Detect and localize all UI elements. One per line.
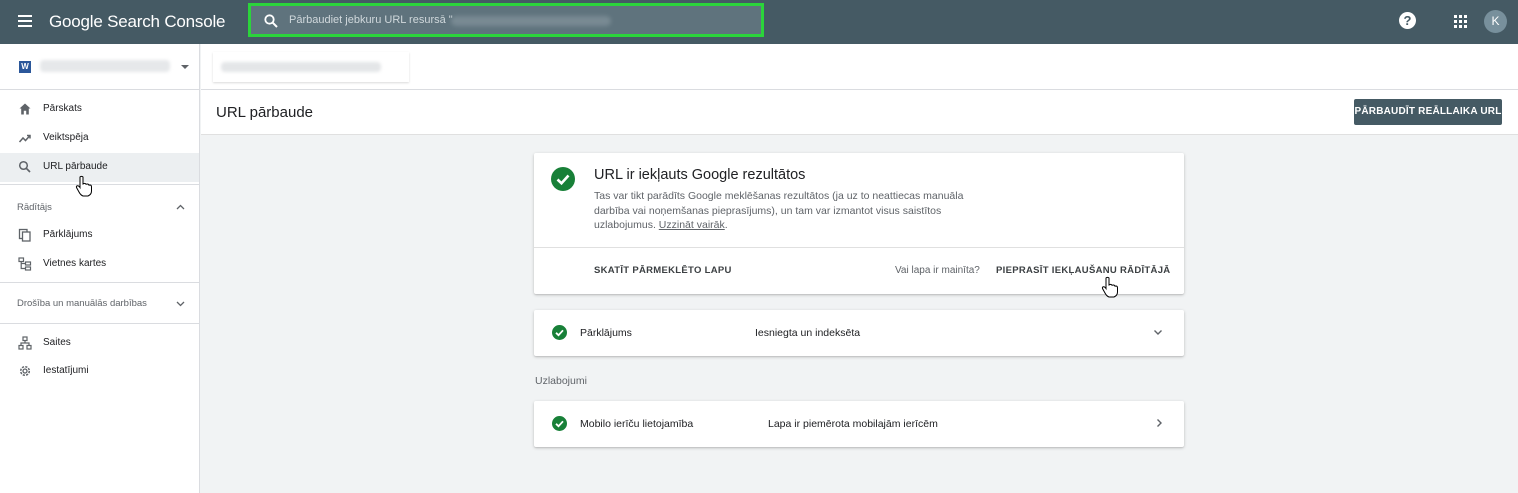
sitemap-icon [18, 257, 32, 271]
sidebar-item-url-inspection[interactable]: URL pārbaude [0, 153, 199, 182]
chevron-down-icon[interactable] [176, 299, 185, 308]
sidebar-item-coverage[interactable]: Pārklājums [0, 221, 199, 250]
trending-up-icon [18, 134, 31, 143]
sidebar-item-performance[interactable]: Veiktspēja [0, 124, 199, 153]
mobile-usability-row[interactable]: Mobilo ierīču lietojamība Lapa ir piemēr… [534, 401, 1184, 447]
inspected-url-chip[interactable] [213, 52, 409, 82]
caret-down-icon [181, 65, 189, 69]
sidebar-item-settings[interactable]: Iestatījumi [0, 357, 199, 386]
index-status-card: URL ir iekļauts Google rezultātos Tas va… [534, 153, 1184, 298]
top-app-bar: Google Search Console Pārbaudiet jebkuru… [0, 0, 1518, 44]
property-selector[interactable]: W [0, 44, 199, 90]
page-title: URL pārbaude [216, 104, 314, 121]
sidebar-divider [0, 282, 199, 283]
index-status-description: Tas var tikt parādīts Google meklēšanas … [594, 190, 964, 231]
sidebar-item-sitemaps[interactable]: Vietnes kartes [0, 250, 199, 279]
property-favicon: W [19, 61, 31, 73]
app-title[interactable]: Google Search Console [49, 12, 226, 32]
redacted-inspected-url [221, 62, 381, 72]
sidebar: W Pārskats Veiktspēja URL pārbaude Rādīt… [0, 44, 200, 493]
search-icon [18, 160, 31, 173]
search-placeholder[interactable]: Pārbaudiet jebkuru URL resursā " [289, 14, 453, 26]
index-status-title: URL ir iekļauts Google rezultātos [594, 167, 806, 183]
mobile-usability-label: Mobilo ierīču lietojamība [580, 418, 694, 430]
check-circle-icon [552, 325, 567, 340]
check-circle-icon [552, 416, 567, 431]
sidebar-divider [0, 323, 199, 324]
help-icon[interactable]: ? [1399, 12, 1416, 29]
check-circle-icon [551, 167, 575, 191]
inspected-url-bar [201, 44, 1518, 90]
hand-cursor-icon [1101, 276, 1118, 298]
learn-more-link[interactable]: Uzzināt vairāk [659, 219, 725, 231]
chevron-down-icon[interactable] [1153, 327, 1163, 337]
file-copy-icon [18, 228, 31, 242]
home-icon [19, 103, 31, 115]
links-icon [18, 336, 32, 350]
sidebar-item-links[interactable]: Saites [0, 329, 199, 358]
coverage-value: Iesniegta un indeksēta [755, 327, 861, 339]
redacted-property-url [451, 16, 611, 26]
account-avatar[interactable]: K [1484, 10, 1507, 33]
mobile-usability-value: Lapa ir piemērota mobilajām ierīcēm [768, 418, 938, 430]
enhancements-heading: Uzlabojumi [535, 375, 587, 387]
url-inspect-search-box[interactable]: Pārbaudiet jebkuru URL resursā " [248, 3, 764, 37]
test-live-url-button[interactable]: PĀRBAUDĪT REĀLLAIKA URL [1354, 99, 1502, 125]
page-header: URL pārbaude PĀRBAUDĪT REĀLLAIKA URL [201, 90, 1518, 135]
page-changed-question: Vai lapa ir mainīta? [895, 265, 980, 276]
sidebar-item-overview[interactable]: Pārskats [0, 95, 199, 124]
coverage-label: Pārklājums [580, 327, 632, 339]
sidebar-section-index[interactable]: Rādītājs [17, 202, 52, 213]
search-icon [264, 14, 278, 28]
sidebar-divider [0, 184, 199, 185]
view-crawled-page-button[interactable]: SKATĪT PĀRMEKLĒTO LAPU [594, 265, 732, 276]
chevron-right-icon[interactable] [1154, 418, 1164, 428]
gear-icon [19, 365, 31, 377]
redacted-property-name [40, 60, 170, 72]
request-indexing-button[interactable]: PIEPRASĪT IEKĻAUŠANU RĀDĪTĀJĀ [996, 265, 1170, 276]
coverage-row[interactable]: Pārklājums Iesniegta un indeksēta [534, 310, 1184, 356]
card-divider [534, 247, 1184, 248]
hamburger-menu-icon[interactable] [18, 15, 32, 27]
sidebar-section-security[interactable]: Drošība un manuālās darbības [17, 298, 147, 309]
google-apps-icon[interactable] [1454, 15, 1467, 28]
chevron-up-icon[interactable] [176, 203, 185, 212]
hand-cursor-icon [75, 175, 92, 197]
